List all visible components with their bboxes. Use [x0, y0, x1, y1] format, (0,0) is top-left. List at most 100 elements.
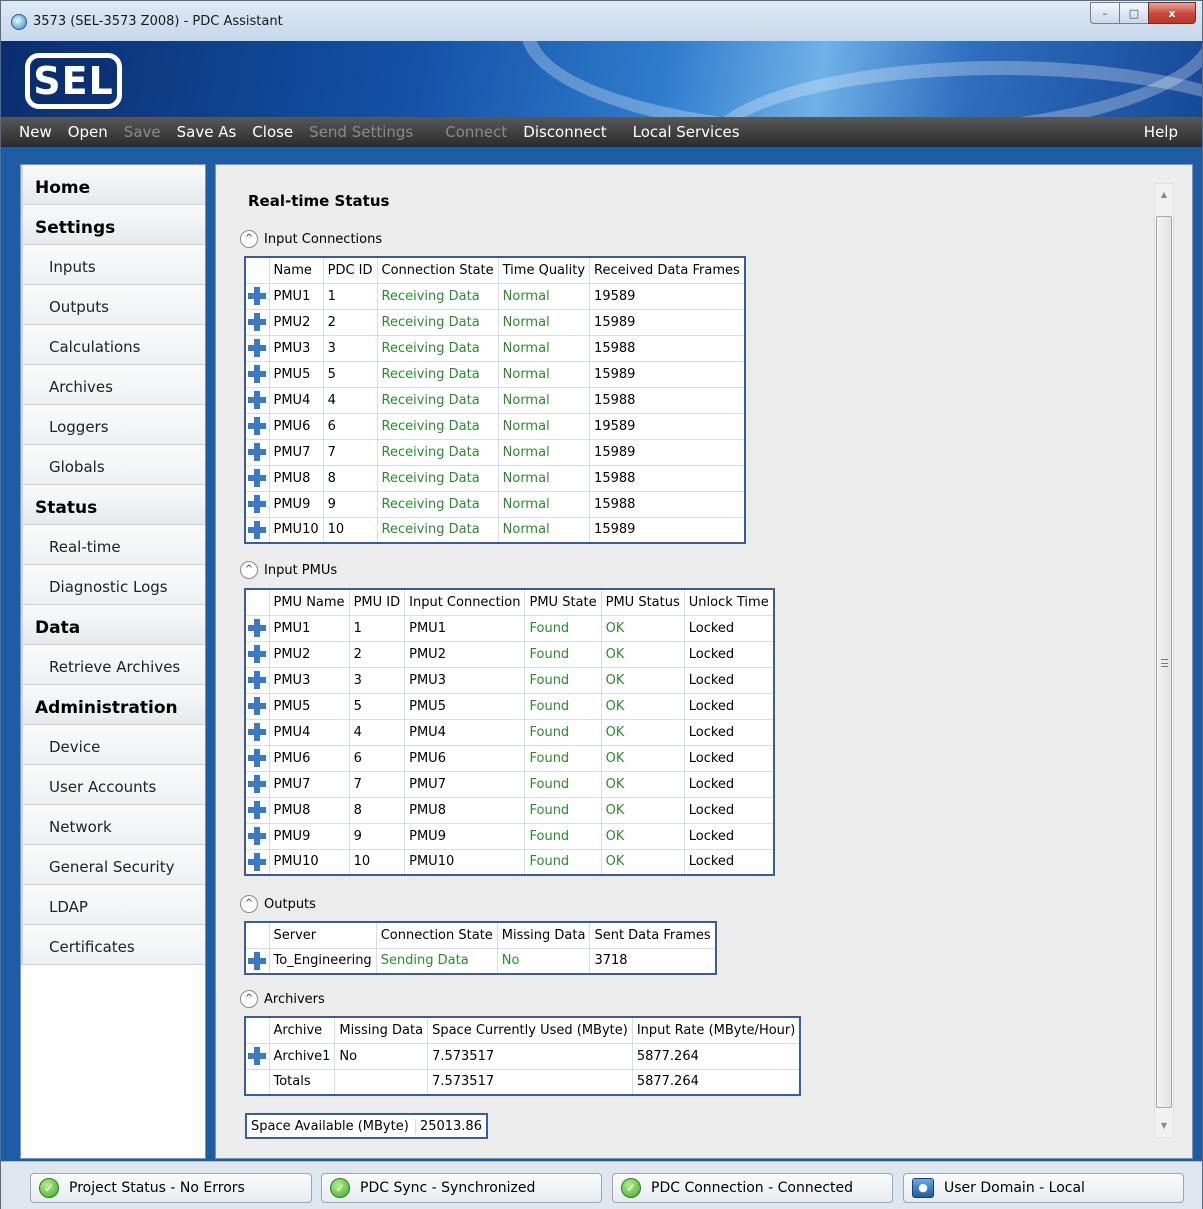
nav-item-ldap[interactable]: LDAP [21, 885, 205, 925]
expand-plus-icon[interactable] [248, 697, 266, 715]
column-header[interactable]: Time Quality [497, 256, 591, 284]
table-row[interactable]: PMU1 1 Receiving Data Normal 19589 [244, 282, 746, 310]
menu-help[interactable]: Help [1136, 123, 1186, 141]
collapse-chevron-icon[interactable]: ^ [240, 230, 258, 248]
expand-plus-icon[interactable] [248, 619, 266, 637]
table-row[interactable]: PMU4 4 PMU4 Found OK Locked [244, 718, 775, 746]
collapse-chevron-icon[interactable]: ^ [240, 895, 258, 913]
expand-plus-icon[interactable] [248, 287, 266, 305]
column-header[interactable]: PDC ID [322, 256, 378, 284]
expand-plus-icon[interactable] [248, 520, 266, 539]
status-pdc-sync[interactable]: ✓ PDC Sync - Synchronized [321, 1173, 602, 1203]
menu-save[interactable]: Save [116, 123, 169, 141]
column-header[interactable]: Archive [268, 1016, 336, 1044]
expand-plus-icon[interactable] [248, 365, 266, 383]
status-project[interactable]: ✓ Project Status - No Errors [30, 1173, 312, 1203]
table-row[interactable]: PMU2 2 PMU2 Found OK Locked [244, 640, 775, 668]
table-row[interactable]: PMU6 6 PMU6 Found OK Locked [244, 744, 775, 772]
expand-row-cell[interactable] [244, 490, 270, 518]
group-archivers[interactable]: ^ Archivers [240, 990, 325, 1008]
nav-item-certificates[interactable]: Certificates [21, 925, 205, 965]
column-header[interactable]: PMU Name [268, 588, 350, 616]
scroll-down-icon[interactable]: ▼ [1155, 1117, 1173, 1135]
table-row[interactable]: PMU8 8 Receiving Data Normal 15988 [244, 464, 746, 492]
nav-item-inputs[interactable]: Inputs [21, 245, 205, 285]
expand-row-cell[interactable] [244, 718, 270, 746]
menu-open[interactable]: Open [60, 123, 116, 141]
menu-local-services[interactable]: Local Services [625, 123, 748, 141]
expand-plus-icon[interactable] [248, 749, 266, 767]
expand-row-cell[interactable] [244, 438, 270, 466]
expand-row-cell[interactable] [244, 796, 270, 824]
expand-plus-icon[interactable] [248, 801, 266, 819]
column-header[interactable]: Input Connection [404, 588, 526, 616]
expand-row-cell[interactable] [244, 308, 270, 336]
group-outputs[interactable]: ^ Outputs [240, 895, 316, 913]
expand-row-cell[interactable] [244, 412, 270, 440]
menu-new[interactable]: New [1, 123, 60, 141]
table-row[interactable]: PMU10 10 PMU10 Found OK Locked [244, 848, 775, 876]
expand-plus-icon[interactable] [248, 417, 266, 435]
expand-plus-icon[interactable] [248, 339, 266, 357]
table-row[interactable]: PMU6 6 Receiving Data Normal 19589 [244, 412, 746, 440]
menu-close[interactable]: Close [244, 123, 301, 141]
expand-row-cell[interactable] [244, 692, 270, 720]
table-row[interactable]: PMU3 3 PMU3 Found OK Locked [244, 666, 775, 694]
expand-row-cell[interactable] [244, 822, 270, 850]
status-pdc-connection[interactable]: ✓ PDC Connection - Connected [612, 1173, 893, 1203]
nav-item-user-accounts[interactable]: User Accounts [21, 765, 205, 805]
group-input-connections[interactable]: ^ Input Connections [240, 230, 382, 248]
column-header[interactable]: Name [268, 256, 324, 284]
minimize-button[interactable]: – [1090, 2, 1120, 24]
expand-row-cell[interactable] [244, 947, 270, 975]
column-header[interactable]: Connection State [375, 921, 498, 949]
table-row[interactable]: PMU5 5 Receiving Data Normal 15989 [244, 360, 746, 388]
nav-item-diagnostic-logs[interactable]: Diagnostic Logs [21, 565, 205, 605]
maximize-button[interactable]: □ [1119, 2, 1149, 24]
expand-row-cell[interactable] [244, 282, 270, 310]
expand-plus-icon[interactable] [248, 313, 266, 331]
expand-plus-icon[interactable] [248, 775, 266, 793]
column-header[interactable]: Connection State [376, 256, 499, 284]
vertical-scrollbar[interactable]: ▲ ▼ [1154, 183, 1174, 1138]
table-row[interactable]: PMU5 5 PMU5 Found OK Locked [244, 692, 775, 720]
table-row[interactable]: PMU9 9 Receiving Data Normal 15988 [244, 490, 746, 518]
column-header[interactable]: PMU State [524, 588, 602, 616]
status-user-domain[interactable]: ● User Domain - Local [903, 1173, 1184, 1203]
nav-item-loggers[interactable]: Loggers [21, 405, 205, 445]
expand-row-cell[interactable] [244, 386, 270, 414]
expand-row-cell[interactable] [244, 744, 270, 772]
expand-plus-icon[interactable] [248, 645, 266, 663]
table-row[interactable]: PMU2 2 Receiving Data Normal 15989 [244, 308, 746, 336]
nav-item-network[interactable]: Network [21, 805, 205, 845]
expand-plus-icon[interactable] [248, 443, 266, 461]
nav-home[interactable]: Home [21, 165, 205, 205]
expand-row-cell[interactable] [244, 666, 270, 694]
menu-send-settings[interactable]: Send Settings [301, 123, 421, 141]
expand-plus-icon[interactable] [248, 495, 266, 513]
expand-row-cell[interactable] [244, 360, 270, 388]
expand-row-cell[interactable] [244, 1042, 270, 1070]
expand-plus-icon[interactable] [248, 1047, 266, 1065]
column-header[interactable]: PMU ID [348, 588, 406, 616]
scroll-up-icon[interactable]: ▲ [1155, 186, 1173, 204]
menu-connect[interactable]: Connect [437, 123, 515, 141]
nav-item-calculations[interactable]: Calculations [21, 325, 205, 365]
column-header[interactable]: Space Currently Used (MByte) [427, 1016, 633, 1044]
table-row[interactable]: PMU10 10 Receiving Data Normal 15989 [244, 516, 746, 544]
nav-item-archives[interactable]: Archives [21, 365, 205, 405]
table-row[interactable]: PMU4 4 Receiving Data Normal 15988 [244, 386, 746, 414]
table-row[interactable]: PMU8 8 PMU8 Found OK Locked [244, 796, 775, 824]
nav-item-outputs[interactable]: Outputs [21, 285, 205, 325]
nav-item-globals[interactable]: Globals [21, 445, 205, 485]
close-button[interactable]: x [1148, 2, 1196, 24]
table-row[interactable]: PMU3 3 Receiving Data Normal 15988 [244, 334, 746, 362]
collapse-chevron-icon[interactable]: ^ [240, 561, 258, 579]
nav-item-device[interactable]: Device [21, 725, 205, 765]
column-header[interactable]: Received Data Frames [589, 256, 746, 284]
table-row[interactable]: PMU9 9 PMU9 Found OK Locked [244, 822, 775, 850]
column-header[interactable]: Input Rate (MByte/Hour) [631, 1016, 801, 1044]
expand-plus-icon[interactable] [248, 391, 266, 409]
column-header[interactable]: Sent Data Frames [589, 921, 717, 949]
expand-row-cell[interactable] [244, 770, 270, 798]
